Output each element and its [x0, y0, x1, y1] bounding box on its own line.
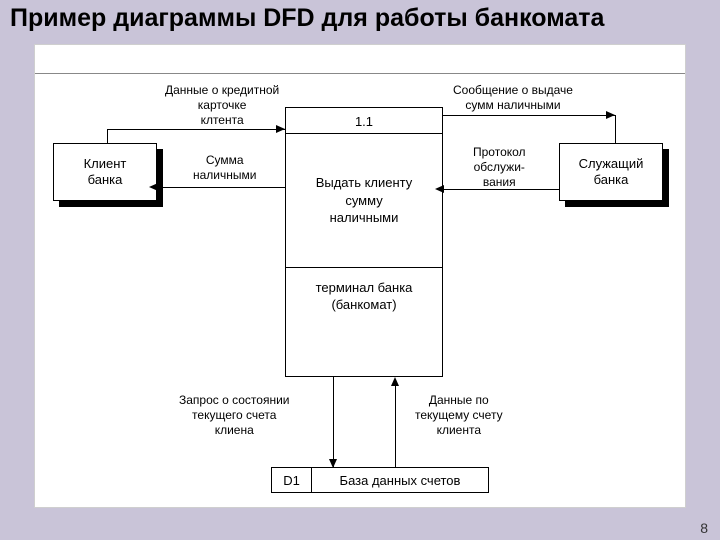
flow-line: [333, 377, 334, 467]
flow-line: [157, 187, 285, 188]
flow-label-account-data: Данные потекущему счетуклиента: [415, 393, 503, 438]
flow-line: [395, 385, 396, 467]
external-entity-client: Клиентбанка: [53, 143, 157, 201]
flow-label-card-data: Данные о кредитнойкарточкеклтента: [165, 83, 279, 128]
flow-line: [443, 115, 615, 116]
process-dispense-cash: 1.1 Выдать клиентусуммуналичными термина…: [285, 107, 443, 377]
diagram-canvas: Клиентбанка Служащийбанка 1.1 Выдать кли…: [34, 44, 686, 508]
flow-line: [615, 115, 616, 143]
entity-label: Клиентбанка: [84, 156, 127, 189]
datastore-name: База данных счетов: [312, 468, 488, 492]
page-number: 8: [700, 520, 708, 536]
process-id: 1.1: [286, 108, 442, 133]
flow-label-dispense-msg: Сообщение о выдачесумм наличными: [453, 83, 573, 113]
datastore-accounts: D1 База данных счетов: [271, 467, 489, 493]
arrowhead-icon: [149, 183, 158, 191]
flow-line: [107, 129, 285, 130]
process-name: Выдать клиентусуммуналичными: [286, 134, 442, 267]
divider: [35, 73, 685, 74]
arrowhead-icon: [329, 459, 337, 468]
flow-label-cash-amount: Сумманаличными: [193, 153, 256, 183]
arrowhead-icon: [606, 111, 615, 119]
external-entity-employee: Служащийбанка: [559, 143, 663, 201]
datastore-id: D1: [272, 468, 312, 492]
entity-label: Служащийбанка: [579, 156, 644, 189]
arrowhead-icon: [276, 125, 285, 133]
arrowhead-icon: [435, 185, 444, 193]
page-title: Пример диаграммы DFD для работы банкомат…: [0, 0, 720, 39]
flow-label-balance-request: Запрос о состояниитекущего счетаклиена: [179, 393, 289, 438]
flow-line: [443, 189, 559, 190]
process-mechanism: терминал банка(банкомат): [286, 268, 442, 326]
flow-line: [107, 129, 108, 143]
arrowhead-icon: [391, 377, 399, 386]
flow-label-protocol: Протоколобслужи-вания: [473, 145, 526, 190]
